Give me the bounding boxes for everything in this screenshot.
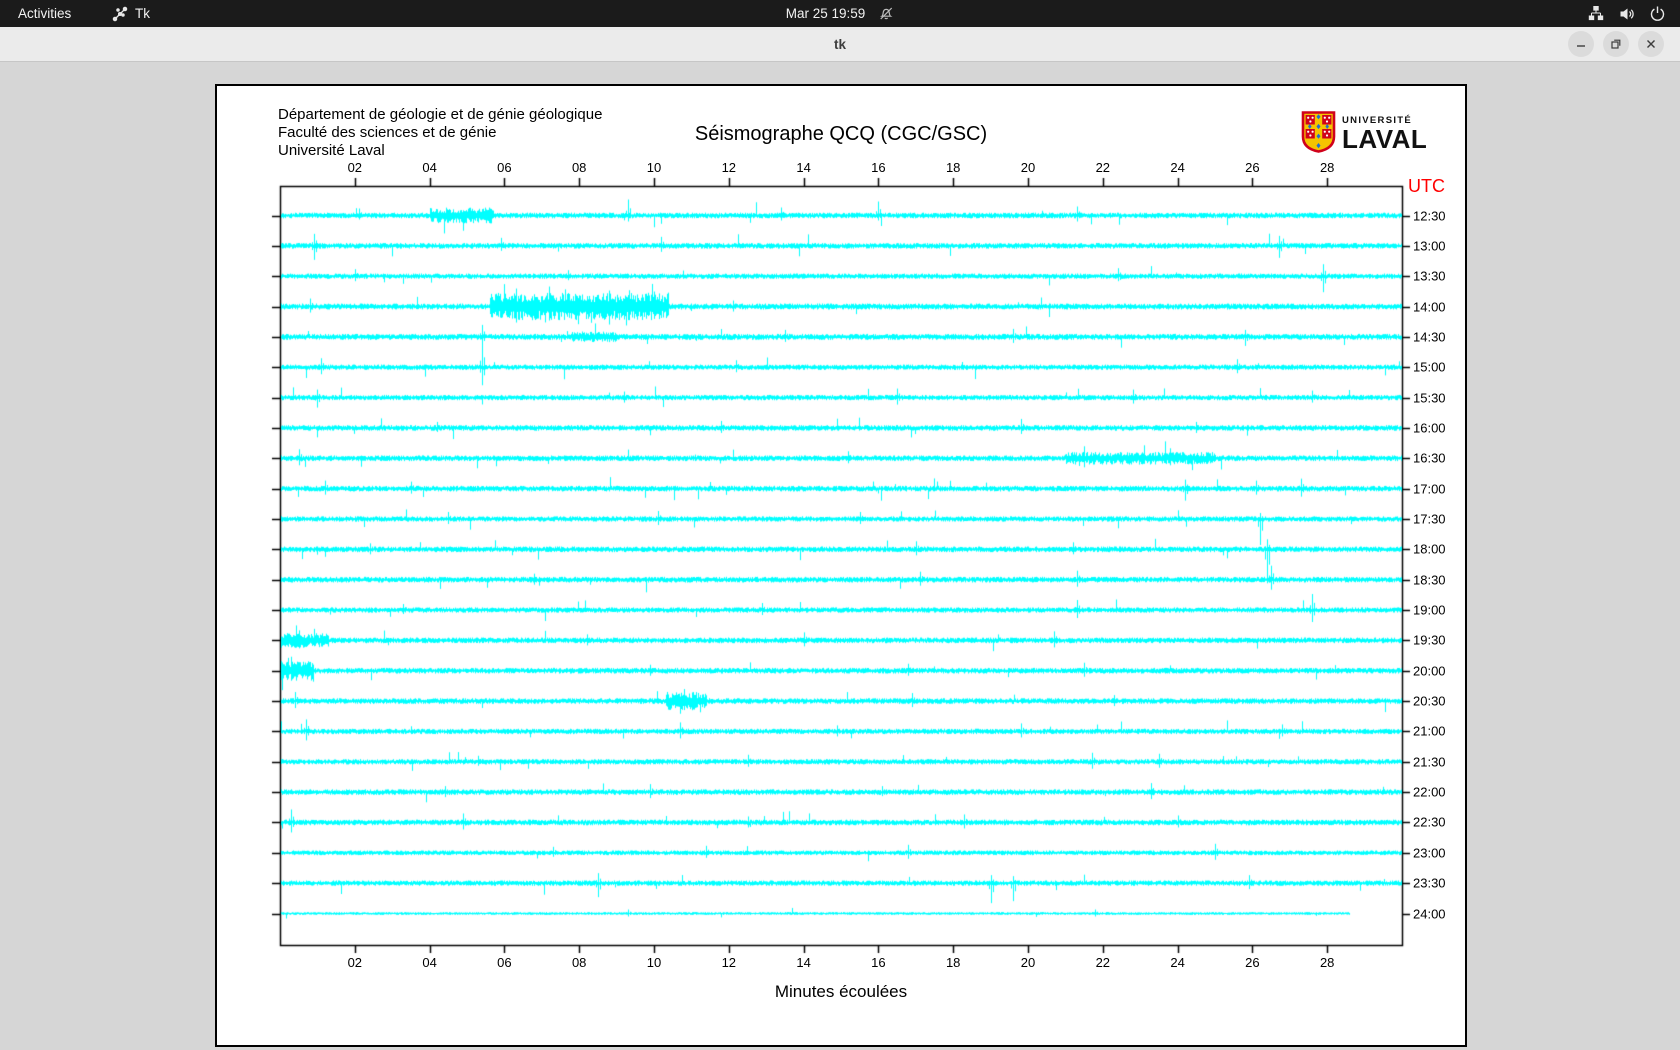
- maximize-button[interactable]: [1603, 31, 1629, 57]
- minimize-button[interactable]: [1568, 31, 1594, 57]
- close-icon: [1647, 40, 1655, 48]
- activities-button[interactable]: Activities: [18, 0, 71, 27]
- utc-time-label: 14:00: [1413, 299, 1446, 315]
- department-line: Faculté des sciences et de génie: [278, 124, 497, 141]
- x-tick-label: 02: [347, 955, 363, 970]
- utc-time-label: 13:00: [1413, 238, 1446, 254]
- window-title: tk: [833, 36, 846, 52]
- seismogram-plot: [217, 86, 1465, 1045]
- utc-time-label: 14:30: [1413, 329, 1446, 345]
- minimize-icon: [1577, 45, 1585, 47]
- x-tick-label: 06: [497, 160, 512, 175]
- clock-menu[interactable]: Mar 25 19:59: [786, 0, 895, 27]
- laval-shield-icon: [1301, 111, 1336, 153]
- x-tick-label: 12: [721, 955, 737, 970]
- volume-icon: [1620, 8, 1634, 19]
- x-tick-label: 24: [1170, 955, 1185, 970]
- network-icon: [1588, 5, 1604, 20]
- utc-time-label: 23:30: [1413, 875, 1446, 891]
- x-tick-label: 04: [422, 955, 437, 970]
- utc-time-label: 13:30: [1413, 268, 1446, 284]
- x-tick-label: 02: [347, 160, 363, 175]
- x-tick-label: 14: [796, 955, 811, 970]
- system-status-menu[interactable]: [1587, 0, 1666, 27]
- seismograph-window-content: Département de géologie et de génie géol…: [215, 84, 1467, 1047]
- window-titlebar[interactable]: tk: [0, 27, 1680, 62]
- focused-app-indicator[interactable]: Tk: [112, 0, 150, 27]
- utc-time-label: 21:30: [1413, 754, 1446, 770]
- chart-title: Séismographe QCQ (CGC/GSC): [694, 123, 988, 145]
- utc-time-label: 22:30: [1413, 814, 1446, 830]
- top-bar: Activities Tk Mar 25 19:59: [0, 0, 1680, 27]
- app-name-label: Tk: [135, 6, 150, 21]
- x-tick-label: 28: [1319, 955, 1335, 970]
- x-tick-label: 08: [571, 955, 587, 970]
- x-tick-label: 06: [497, 955, 512, 970]
- x-tick-label: 16: [871, 955, 886, 970]
- window-controls: [1568, 31, 1664, 57]
- activities-label: Activities: [18, 6, 72, 21]
- utc-time-label: 18:00: [1413, 541, 1446, 557]
- x-axis-title: Minutes écoulées: [774, 982, 908, 1001]
- notifications-off-icon: [879, 7, 893, 20]
- utc-time-label: 12:30: [1413, 208, 1446, 223]
- utc-time-label: 18:30: [1413, 572, 1446, 588]
- x-tick-label: 04: [422, 160, 437, 175]
- x-tick-label: 26: [1245, 955, 1260, 970]
- x-tick-label: 08: [571, 160, 587, 175]
- maximize-icon: [1611, 39, 1621, 49]
- utc-time-label: 22:00: [1413, 784, 1446, 800]
- tk-icon: [112, 6, 128, 21]
- utc-time-label: 21:00: [1413, 723, 1446, 739]
- power-icon: [1650, 6, 1665, 21]
- utc-axis-title: UTC: [1408, 176, 1445, 196]
- x-tick-label: 12: [721, 160, 737, 175]
- utc-time-label: 20:30: [1413, 693, 1446, 709]
- x-tick-label: 10: [646, 955, 662, 970]
- department-line: Département de géologie et de génie géol…: [278, 106, 603, 123]
- utc-time-label: 23:00: [1413, 845, 1446, 861]
- utc-time-label: 24:00: [1413, 906, 1446, 921]
- utc-time-label: 15:30: [1413, 390, 1446, 406]
- x-tick-label: 10: [646, 160, 662, 175]
- utc-time-label: 16:00: [1413, 420, 1446, 436]
- utc-time-label: 17:30: [1413, 511, 1446, 527]
- x-tick-label: 22: [1095, 160, 1111, 175]
- department-text-block: Département de géologie et de génie géol…: [278, 106, 602, 160]
- universite-laval-logo: UNIVERSITÉ LAVAL: [1301, 111, 1427, 153]
- x-tick-label: 28: [1319, 160, 1335, 175]
- x-tick-label: 14: [796, 160, 811, 175]
- x-tick-label: 26: [1245, 160, 1260, 175]
- close-button[interactable]: [1638, 31, 1664, 57]
- x-tick-label: 20: [1020, 160, 1036, 175]
- utc-time-label: 15:00: [1413, 359, 1446, 375]
- clock-label: Mar 25 19:59: [785, 6, 866, 21]
- x-tick-label: 24: [1170, 160, 1185, 175]
- x-tick-label: 16: [871, 160, 886, 175]
- x-tick-label: 18: [945, 955, 961, 970]
- x-tick-label: 18: [945, 160, 961, 175]
- department-line: Université Laval: [278, 142, 385, 159]
- utc-time-label: 19:00: [1413, 602, 1446, 618]
- utc-time-label: 16:30: [1413, 450, 1446, 466]
- utc-time-label: 20:00: [1413, 663, 1446, 679]
- utc-time-label: 17:00: [1413, 481, 1446, 497]
- laval-logo-text: UNIVERSITÉ LAVAL: [1342, 115, 1427, 152]
- x-tick-label: 22: [1095, 955, 1111, 970]
- x-tick-label: 20: [1020, 955, 1036, 970]
- utc-time-label: 19:30: [1413, 632, 1446, 648]
- laval-logo-large-text: LAVAL: [1342, 124, 1428, 154]
